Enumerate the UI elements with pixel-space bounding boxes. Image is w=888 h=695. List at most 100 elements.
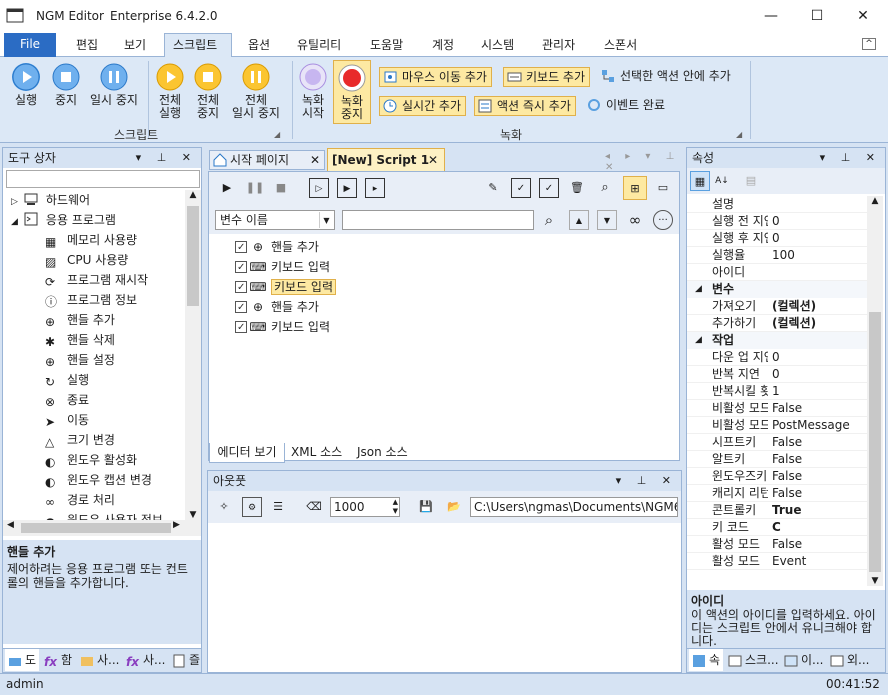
move-down-icon[interactable]: ▼ (597, 210, 617, 230)
play-icon[interactable]: ▶ (217, 178, 237, 198)
tab-toolbox[interactable]: 도 (5, 649, 39, 671)
action-item[interactable]: ⊕핸들 추가 (235, 238, 319, 257)
close-tab-icon[interactable]: ✕ (428, 149, 438, 171)
categorized-icon[interactable]: ▦ (690, 171, 710, 191)
property-row[interactable]: 실행 후 지연0 (687, 230, 867, 247)
loop-icon[interactable]: ∞ (625, 210, 645, 230)
tree-category-application[interactable]: ◢ 응용 프로그램 (11, 210, 116, 230)
delete-icon[interactable]: 🗑 (567, 178, 587, 198)
property-row[interactable]: 다운 업 지연0 (687, 349, 867, 366)
stop-icon[interactable]: ■ (271, 178, 291, 198)
run-all-button[interactable]: 전체 실행 (152, 63, 188, 120)
property-row[interactable]: 활성 모드 Event (687, 553, 867, 570)
checkbox[interactable] (235, 239, 247, 257)
property-row[interactable]: 가져오기 (컬렉션) (687, 298, 867, 315)
property-row[interactable]: 추가하기 (컬렉션) (687, 315, 867, 332)
action-item[interactable]: ⌨키보드 입력 (235, 258, 330, 277)
tab-account[interactable]: 계정 (432, 36, 454, 53)
properties-scrollbar[interactable]: ▲ ▼ (867, 196, 883, 586)
broom-icon[interactable]: ✧ (214, 497, 234, 517)
property-row[interactable]: 윈도우즈키 False (687, 468, 867, 485)
tab-admin[interactable]: 관리자 (542, 36, 575, 53)
action-item[interactable]: ⌨키보드 입력 (235, 318, 330, 337)
variable-select[interactable]: 변수 이름 ▼ (215, 210, 335, 230)
tab-favorites[interactable]: 즐 (169, 649, 200, 671)
check-icon[interactable]: ✓ (539, 178, 559, 198)
tab-images[interactable]: 이... (781, 649, 823, 671)
toolbox-item[interactable]: ➤ 이동 (45, 410, 89, 430)
tab-functions[interactable]: fx 함 (41, 649, 72, 671)
property-row[interactable]: 캐리지 리턴 False (687, 485, 867, 502)
property-category[interactable]: ◢ 변수 (687, 281, 867, 298)
add-mouse-move-button[interactable]: 마우스 이동 추가 (379, 67, 492, 87)
toolbox-item[interactable]: ●윈도우 사용자 정보 (45, 510, 163, 520)
tab-xml-source[interactable]: XML 소스 (291, 443, 342, 460)
checkbox[interactable] (235, 299, 247, 317)
toolbox-search-input[interactable] (6, 170, 200, 188)
play-step-icon[interactable]: ▶ (337, 178, 357, 198)
tab-user-1[interactable]: 사... (77, 649, 119, 671)
tab-start-page[interactable]: 시작 페이지 ✕ (209, 150, 325, 170)
tab-external[interactable]: 외... (827, 649, 869, 671)
tab-user-2[interactable]: fx 사... (123, 649, 165, 671)
collapse-icon[interactable]: ◢ (11, 217, 18, 227)
property-row[interactable]: 실행 전 지연0 (687, 213, 867, 230)
tab-script-1[interactable]: [New] Script 1 ✕ (327, 148, 445, 171)
close-button[interactable]: ✕ (840, 0, 886, 32)
property-category[interactable]: ◢ 작업 (687, 332, 867, 349)
eraser-icon[interactable]: ⌫ (304, 497, 324, 517)
property-row[interactable]: 키 코드 C (687, 519, 867, 536)
tab-view[interactable]: 보기 (124, 36, 146, 53)
pause-icon[interactable]: ❚❚ (245, 178, 265, 198)
pause-all-button[interactable]: 전체 일시 중지 (228, 63, 284, 120)
interval-stepper[interactable]: 1000 ▲ ▼ (330, 497, 400, 517)
scroll-thumb[interactable] (21, 523, 171, 533)
close-tab-icon[interactable]: ✕ (310, 151, 320, 169)
property-row[interactable]: 설명 (687, 196, 867, 213)
add-keyboard-button[interactable]: 키보드 추가 (503, 67, 591, 87)
stepper-arrows-icon[interactable]: ▲ ▼ (393, 498, 398, 516)
property-row[interactable]: 비활성 모드 방식PostMessage (687, 417, 867, 434)
toolbox-item[interactable]: ✱ 핸들 삭제 (45, 330, 115, 350)
tab-options[interactable]: 옵션 (248, 36, 270, 53)
toolbox-item[interactable]: ↻ 실행 (45, 370, 89, 390)
checkbox[interactable] (235, 319, 247, 337)
toolbox-item[interactable]: ⊗ 종료 (45, 390, 89, 410)
toolbox-item[interactable]: ▦ 메모리 사용량 (45, 230, 137, 250)
pause-button[interactable]: 일시 중지 (86, 63, 142, 107)
sort-alpha-icon[interactable]: A↓ (712, 171, 732, 191)
tab-edit[interactable]: 편집 (76, 36, 98, 53)
toolbox-item[interactable]: ▨ CPU 사용량 (45, 250, 128, 270)
toolbox-item[interactable]: ∞ 경로 처리 (45, 490, 115, 510)
group-launcher-icon[interactable]: ◢ (274, 130, 280, 139)
tab-help[interactable]: 도움말 (370, 36, 403, 53)
maximize-button[interactable]: ☐ (794, 0, 840, 32)
chevron-down-icon[interactable]: ▼ (319, 212, 333, 228)
panel-controls-icon[interactable]: ▾ ⊥ ✕ (616, 471, 677, 491)
play-outline-icon[interactable]: ▷ (309, 178, 329, 198)
expand-icon[interactable]: ▷ (11, 197, 18, 207)
add-in-selected-button[interactable]: 선택한 액션 안에 추가 (598, 67, 735, 87)
list-icon[interactable]: ☰ (268, 497, 288, 517)
play-frame-icon[interactable]: ▸ (365, 178, 385, 198)
more-icon[interactable]: ··· (653, 210, 673, 230)
tree-category-hardware[interactable]: ▷ 하드웨어 (11, 190, 90, 210)
toolbox-item[interactable]: ⊕ 핸들 추가 (45, 310, 115, 330)
save-icon[interactable]: 💾 (416, 497, 436, 517)
property-row[interactable]: 반복시킬 횟수1 (687, 383, 867, 400)
tab-system[interactable]: 시스템 (481, 36, 514, 53)
scroll-thumb[interactable] (869, 312, 881, 572)
action-item[interactable]: ⌨키보드 입력 (235, 278, 337, 297)
property-row[interactable]: 반복 지연 0 (687, 366, 867, 383)
panel-controls-icon[interactable]: ▾ ⊥ ✕ (820, 148, 881, 168)
toolbox-scrollbar[interactable]: ▲ ▼ (185, 190, 201, 520)
tab-utility[interactable]: 유틸리티 (297, 36, 341, 53)
stop-all-button[interactable]: 전체 중지 (190, 63, 226, 120)
minimize-button[interactable]: — (748, 0, 794, 32)
record-start-button[interactable]: 녹화 시작 (296, 63, 330, 120)
stop-button[interactable]: 중지 (48, 63, 84, 107)
edit-icon[interactable]: ✎ (483, 178, 503, 198)
checkbox[interactable] (235, 259, 247, 277)
tab-sponsor[interactable]: 스폰서 (604, 36, 637, 53)
tab-scripts[interactable]: 스크... (725, 649, 779, 671)
